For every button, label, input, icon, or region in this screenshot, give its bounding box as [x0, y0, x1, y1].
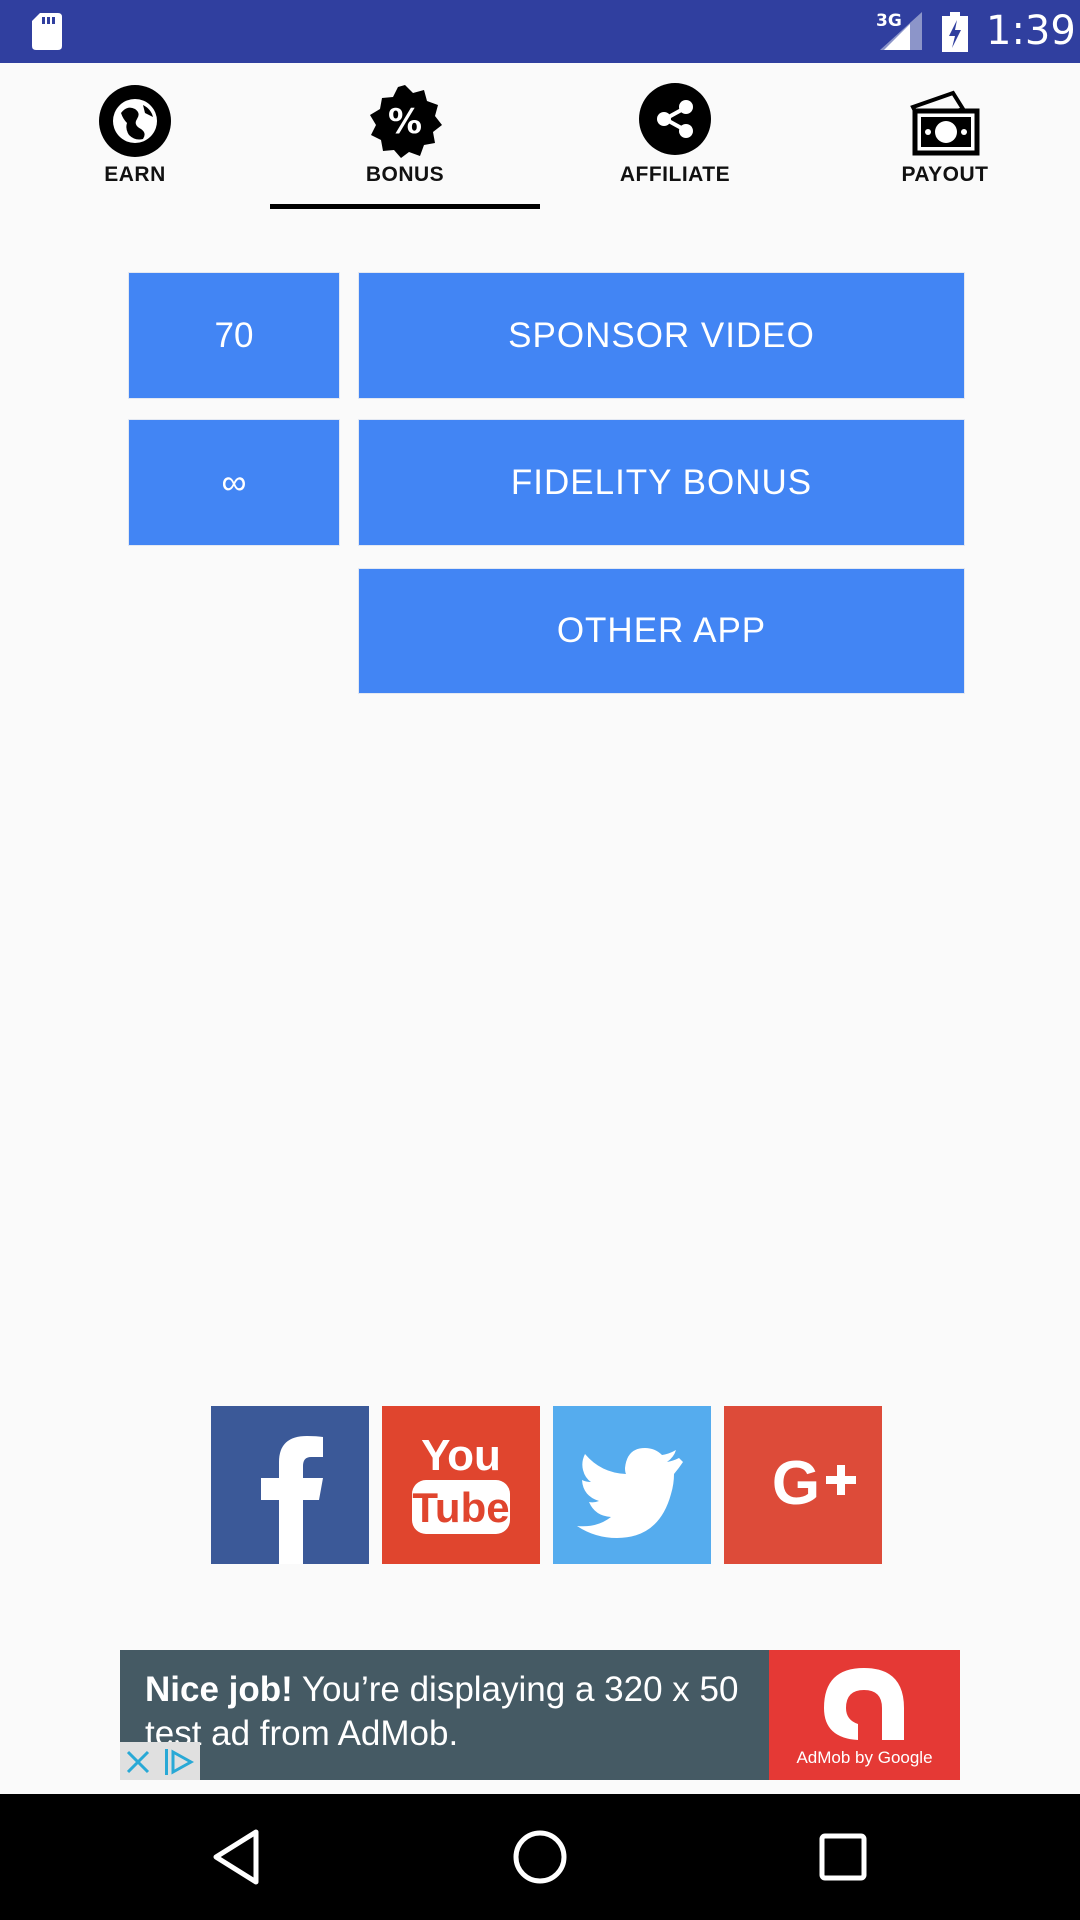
- other-app-button[interactable]: OTHER APP: [358, 568, 965, 694]
- sd-card-icon: [32, 13, 62, 50]
- sponsor-video-button[interactable]: SPONSOR VIDEO: [358, 272, 965, 399]
- youtube-button[interactable]: You Tube: [382, 1406, 540, 1564]
- svg-text:G: G: [772, 1449, 820, 1518]
- navigation-bar: [0, 1794, 1080, 1920]
- battery-icon: [942, 12, 968, 52]
- ad-banner[interactable]: Nice job! You’re displaying a 320 x 50 t…: [120, 1650, 960, 1780]
- svg-text:%: %: [388, 102, 422, 142]
- tab-affiliate-label: AFFILIATE: [619, 163, 731, 186]
- tab-earn[interactable]: EARN: [0, 63, 270, 210]
- tab-affiliate[interactable]: AFFILIATE: [540, 63, 810, 210]
- twitter-button[interactable]: [553, 1406, 711, 1564]
- tab-earn-label: EARN: [104, 163, 166, 186]
- fidelity-bonus-button[interactable]: FIDELITY BONUS: [358, 419, 965, 546]
- home-icon[interactable]: [507, 1824, 573, 1890]
- facebook-icon: [261, 1436, 323, 1564]
- admob-label: AdMob by Google: [796, 1748, 933, 1767]
- google-plus-icon: G: [772, 1449, 856, 1518]
- admob-icon: [824, 1668, 904, 1740]
- tab-payout[interactable]: PAYOUT: [810, 63, 1080, 210]
- tab-bar: EARN % BONUS AFFILIATE PAYOUT: [0, 63, 1080, 210]
- tab-payout-label: PAYOUT: [901, 163, 989, 186]
- close-icon[interactable]: [126, 1750, 150, 1774]
- tab-bonus-label: BONUS: [365, 163, 445, 186]
- sponsor-video-count: 70: [128, 272, 340, 399]
- globe-icon: [99, 85, 171, 157]
- back-icon[interactable]: [204, 1824, 270, 1890]
- svg-text:You: You: [421, 1431, 501, 1480]
- signal-icon: [880, 12, 922, 50]
- recents-icon[interactable]: [810, 1824, 876, 1890]
- fidelity-bonus-count: ∞: [128, 419, 340, 546]
- share-icon: [639, 83, 711, 155]
- tab-indicator: [270, 204, 540, 209]
- ad-headline: Nice job!: [145, 1670, 293, 1709]
- ad-choices[interactable]: [120, 1742, 200, 1780]
- ad-text: Nice job! You’re displaying a 320 x 50 t…: [145, 1668, 765, 1756]
- tab-bonus[interactable]: % BONUS: [270, 63, 540, 210]
- facebook-button[interactable]: [211, 1406, 369, 1564]
- admob-logo: AdMob by Google: [769, 1650, 960, 1780]
- percent-badge-icon: %: [370, 85, 442, 158]
- cash-icon: [910, 90, 980, 156]
- clock: 1:39: [986, 8, 1076, 54]
- youtube-icon: You Tube: [412, 1431, 510, 1534]
- svg-text:Tube: Tube: [412, 1484, 509, 1531]
- adchoices-icon[interactable]: [164, 1748, 194, 1776]
- google-plus-button[interactable]: G: [724, 1406, 882, 1564]
- status-bar: 3G 1:39: [0, 0, 1080, 63]
- twitter-icon: [577, 1448, 683, 1538]
